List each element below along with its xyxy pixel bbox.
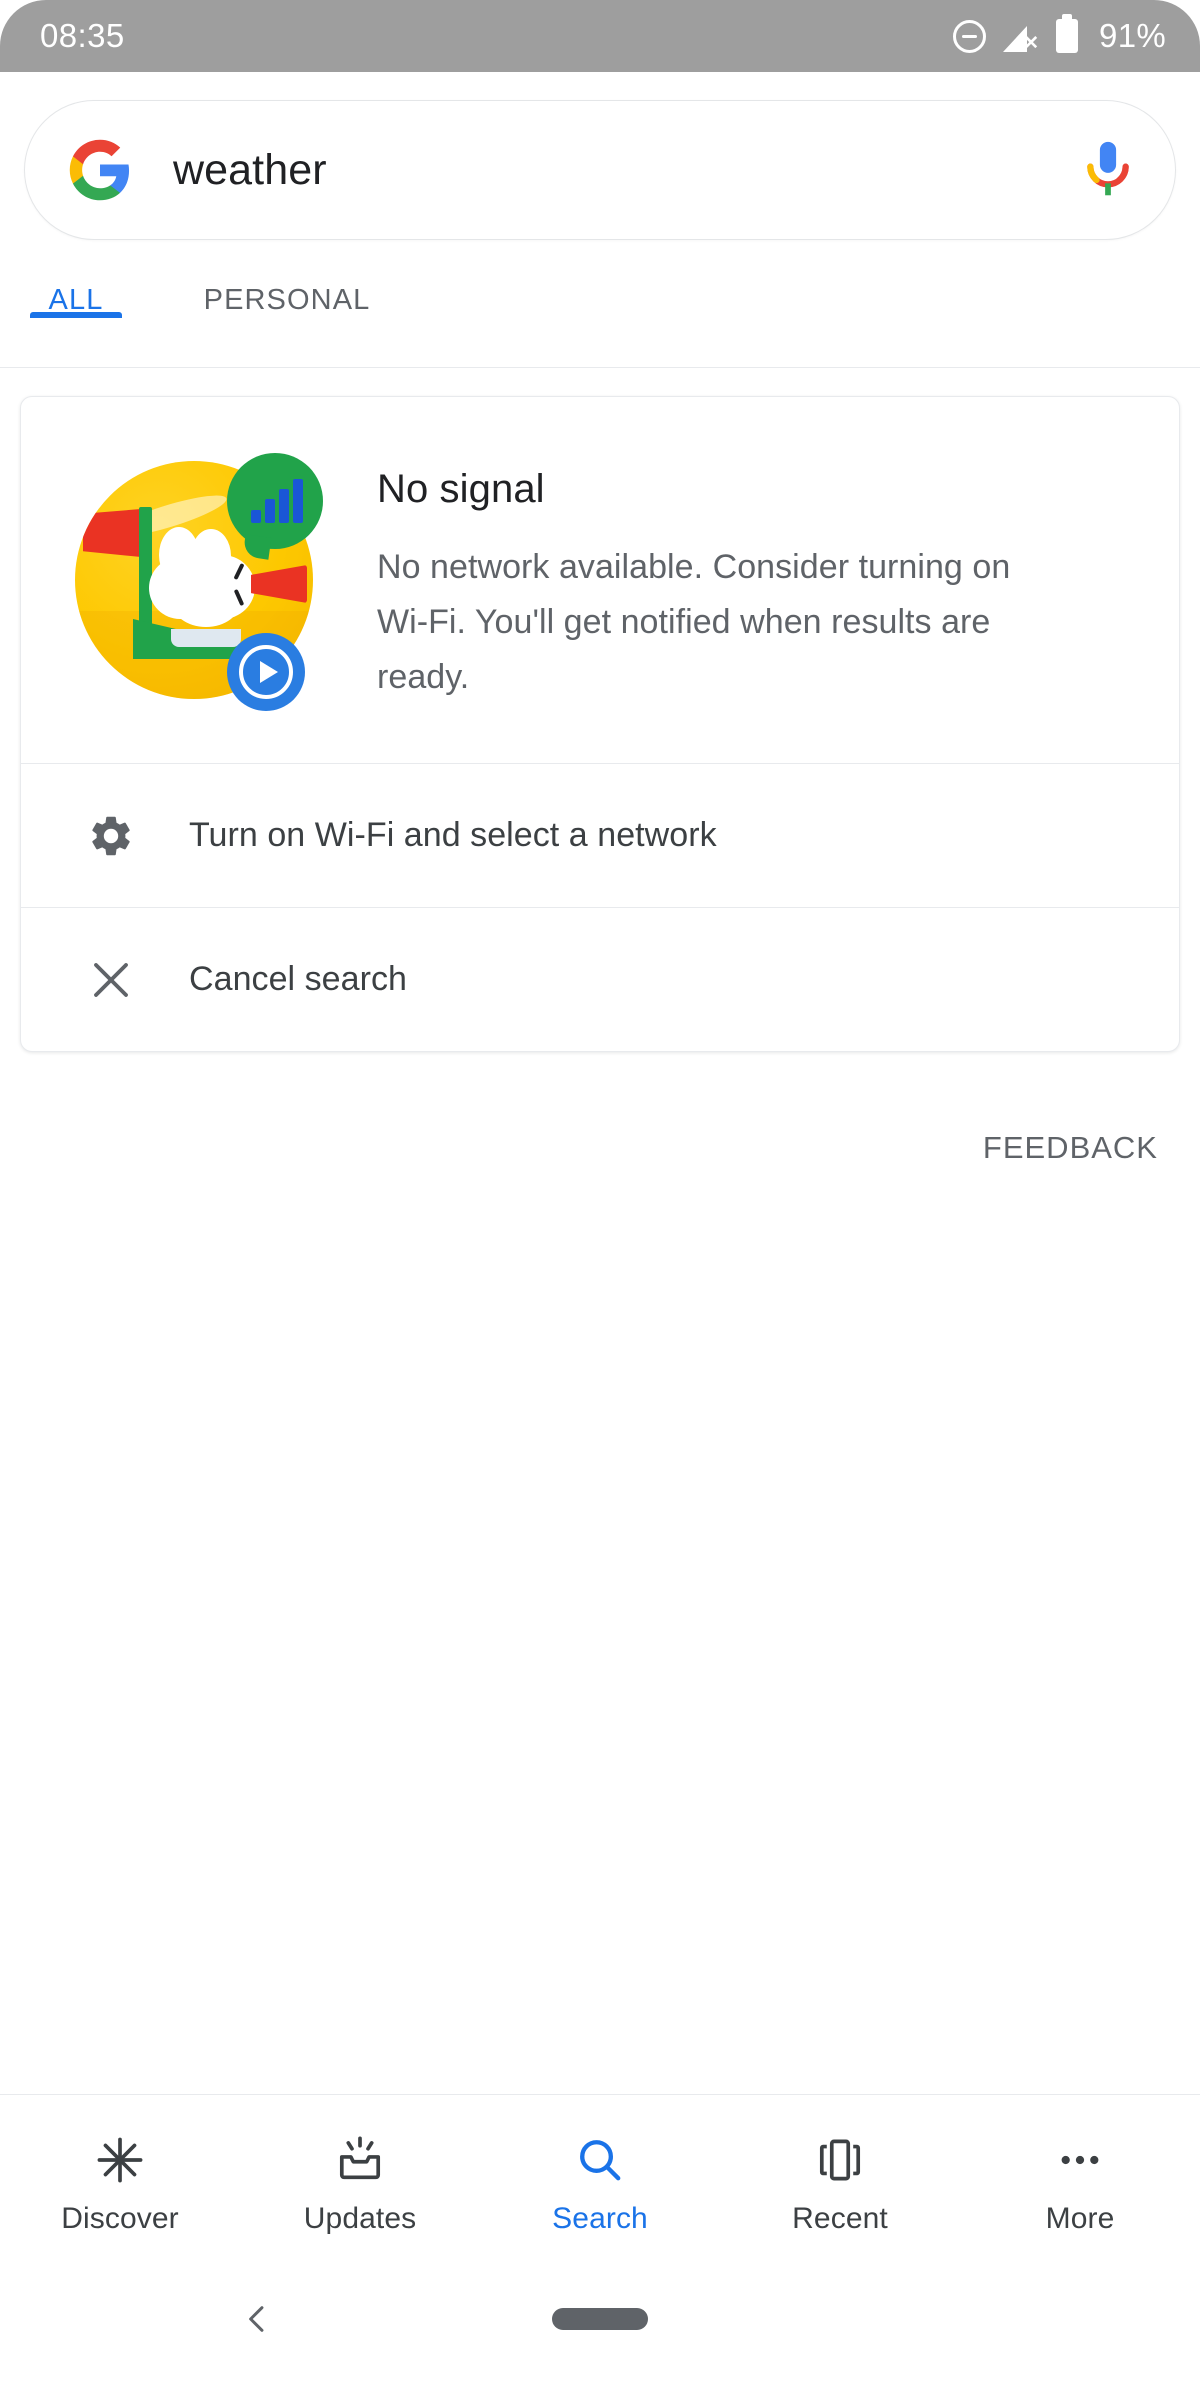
home-pill-icon[interactable] — [552, 2308, 648, 2330]
action-cancel-search-label: Cancel search — [189, 960, 407, 998]
nav-item-recent[interactable]: Recent — [720, 2126, 960, 2236]
search-input[interactable]: weather — [173, 146, 1079, 195]
tab-bar: ALL PERSONAL — [0, 272, 1200, 368]
status-time: 08:35 — [40, 17, 125, 54]
microphone-icon[interactable] — [1079, 139, 1137, 201]
signal-bars-icon — [251, 479, 303, 523]
phone-screen: 08:35 ✕ 91% weather ALL PERSONAL No sign… — [0, 0, 1200, 2400]
tab-all-label: ALL — [48, 284, 104, 316]
action-turn-on-wifi-label: Turn on Wi-Fi and select a network — [189, 816, 717, 854]
bottom-navigation-bar: Discover Updates Search Recent More — [0, 2094, 1200, 2266]
system-navigation-bar — [0, 2266, 1200, 2400]
nav-item-discover[interactable]: Discover — [0, 2126, 240, 2236]
close-icon — [85, 954, 137, 1006]
battery-icon — [1056, 14, 1079, 53]
gear-icon — [85, 810, 137, 862]
no-signal-card: No signal No network available. Consider… — [20, 396, 1180, 1052]
google-g-logo — [69, 139, 130, 201]
tab-personal-label: PERSONAL — [203, 284, 371, 316]
action-turn-on-wifi[interactable]: Turn on Wi-Fi and select a network — [21, 763, 1179, 907]
search-bar[interactable]: weather — [24, 100, 1176, 240]
nav-item-more-label: More — [1045, 2201, 1115, 2235]
signal-off-icon: ✕ — [1003, 20, 1040, 54]
back-chevron-icon[interactable] — [240, 2302, 274, 2336]
battery-percent-label: 91% — [1099, 17, 1166, 54]
nav-item-updates-label: Updates — [303, 2201, 417, 2235]
nav-item-recent-label: Recent — [792, 2201, 888, 2235]
do-not-disturb-icon — [953, 19, 987, 53]
illustration-cloud-character — [147, 527, 259, 629]
nav-item-search[interactable]: Search — [480, 2126, 720, 2236]
signal-bubble-icon — [227, 453, 323, 549]
updates-inbox-icon — [332, 2132, 388, 2188]
status-icons: ✕ 91% — [953, 14, 1166, 55]
illustration-legs — [171, 629, 241, 647]
no-signal-illustration — [63, 451, 325, 713]
nav-item-search-label: Search — [552, 2201, 648, 2235]
action-cancel-search[interactable]: Cancel search — [21, 907, 1179, 1051]
play-button-icon — [227, 633, 305, 711]
nav-item-updates[interactable]: Updates — [240, 2126, 480, 2236]
card-main-section: No signal No network available. Consider… — [21, 397, 1179, 763]
card-title: No signal — [377, 467, 545, 511]
search-magnifier-icon — [572, 2132, 628, 2188]
illustration-flag — [83, 509, 141, 557]
signal-x-mark: ✕ — [1023, 33, 1040, 54]
nav-item-more[interactable]: More — [960, 2126, 1200, 2236]
more-dots-icon — [1052, 2132, 1108, 2188]
discover-asterisk-icon — [92, 2132, 148, 2188]
megaphone-icon — [251, 565, 307, 603]
recent-cards-icon — [812, 2132, 868, 2188]
tab-personal[interactable]: PERSONAL — [152, 272, 422, 317]
card-body-text: No network available. Consider turning o… — [377, 548, 1011, 697]
tab-all[interactable]: ALL — [0, 272, 152, 319]
tab-active-indicator — [30, 312, 122, 319]
feedback-link[interactable]: FEEDBACK — [983, 1130, 1158, 1166]
card-text-block: No signal No network available. Consider… — [377, 443, 1133, 705]
nav-item-discover-label: Discover — [61, 2201, 179, 2235]
status-bar: 08:35 ✕ 91% — [0, 0, 1200, 72]
